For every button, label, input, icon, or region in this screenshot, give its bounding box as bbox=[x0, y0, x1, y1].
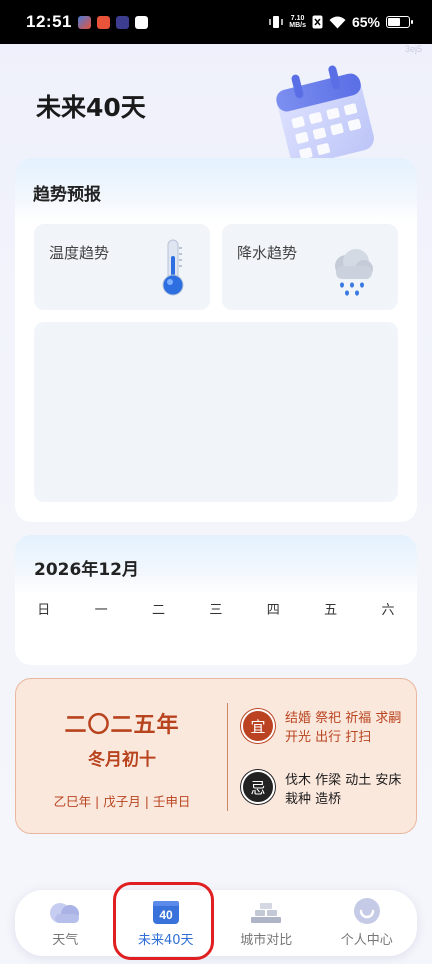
ji-badge: 忌 bbox=[241, 770, 275, 804]
rain-cloud-icon bbox=[335, 249, 373, 296]
nav-profile-label: 个人中心 bbox=[340, 933, 393, 948]
weekday-fri: 五 bbox=[324, 603, 338, 618]
almanac-year: 二〇二五年 bbox=[64, 713, 180, 738]
thermometer-icon bbox=[162, 239, 184, 296]
profile-icon bbox=[353, 898, 380, 924]
app-notification-icon bbox=[96, 15, 110, 29]
vibrate-icon bbox=[269, 16, 283, 28]
play-notification-icon bbox=[115, 15, 129, 29]
calendar-illustration bbox=[276, 65, 374, 166]
page-title: 未来40天 bbox=[36, 93, 146, 122]
battery-percent: 65% bbox=[351, 14, 380, 30]
weekday-mon: 一 bbox=[94, 603, 108, 618]
cloud-icon bbox=[50, 903, 80, 923]
weekday-thu: 四 bbox=[266, 603, 280, 618]
almanac-card[interactable]: 二〇二五年 冬月初十 乙巳年 | 戊子月 | 壬申日 宜 结婚 祭祀 祈福 求嗣… bbox=[15, 678, 417, 834]
nav-profile[interactable]: 个人中心 bbox=[317, 890, 418, 956]
wifi-icon bbox=[329, 16, 346, 28]
weekday-wed: 三 bbox=[209, 603, 223, 618]
status-time: 12:51 bbox=[26, 12, 72, 31]
corner-badge: 3ej5 bbox=[404, 44, 422, 54]
trend-chart-area bbox=[34, 322, 398, 502]
nav-city-compare-label: 城市对比 bbox=[240, 933, 293, 948]
almanac-ganzhi: 乙巳年 | 戊子月 | 壬申日 bbox=[53, 794, 191, 809]
trend-card-title: 趋势预报 bbox=[15, 158, 417, 222]
weekday-sat: 六 bbox=[381, 603, 395, 618]
weekday-header: 日 一 二 三 四 五 六 bbox=[15, 599, 417, 618]
network-speed: 7.10 MB/s bbox=[289, 15, 306, 29]
month-title: 2026年12月 bbox=[15, 535, 417, 595]
app-notification-icon bbox=[77, 15, 91, 29]
no-sim-icon bbox=[312, 15, 323, 29]
precipitation-trend-tile[interactable]: 降水趋势 bbox=[222, 224, 398, 310]
battery-icon bbox=[386, 16, 413, 28]
yi-activities: 结婚 祭祀 祈福 求嗣 开光 出行 打扫 bbox=[285, 711, 402, 745]
bottom-navigation: 天气 40 未来40天 城市对比 个人中心 bbox=[15, 890, 417, 956]
weekday-tue: 二 bbox=[151, 603, 165, 618]
yi-badge: 宜 bbox=[241, 709, 275, 743]
city-compare-icon bbox=[251, 903, 282, 923]
highlight-annotation bbox=[113, 882, 214, 960]
mail-notification-icon bbox=[134, 15, 148, 29]
nav-city-compare[interactable]: 城市对比 bbox=[216, 890, 317, 956]
precipitation-trend-label: 降水趋势 bbox=[237, 244, 298, 262]
temperature-trend-label: 温度趋势 bbox=[49, 244, 110, 262]
weekday-sun: 日 bbox=[37, 603, 51, 618]
nav-weather-label: 天气 bbox=[52, 933, 79, 948]
battery-fill bbox=[388, 18, 401, 26]
status-bar: 12:51 7.10 MB/s 65% bbox=[0, 0, 432, 44]
temperature-trend-tile[interactable]: 温度趋势 bbox=[34, 224, 210, 310]
nav-weather[interactable]: 天气 bbox=[15, 890, 116, 956]
month-calendar-card: 2026年12月 日 一 二 三 四 五 六 bbox=[15, 535, 417, 665]
trend-forecast-card: 趋势预报 温度趋势 降水趋势 bbox=[15, 158, 417, 522]
almanac-divider bbox=[227, 703, 228, 811]
ji-activities: 伐木 作梁 动土 安床 栽种 造桥 bbox=[285, 773, 402, 807]
almanac-lunar-date: 冬月初十 bbox=[88, 750, 156, 770]
